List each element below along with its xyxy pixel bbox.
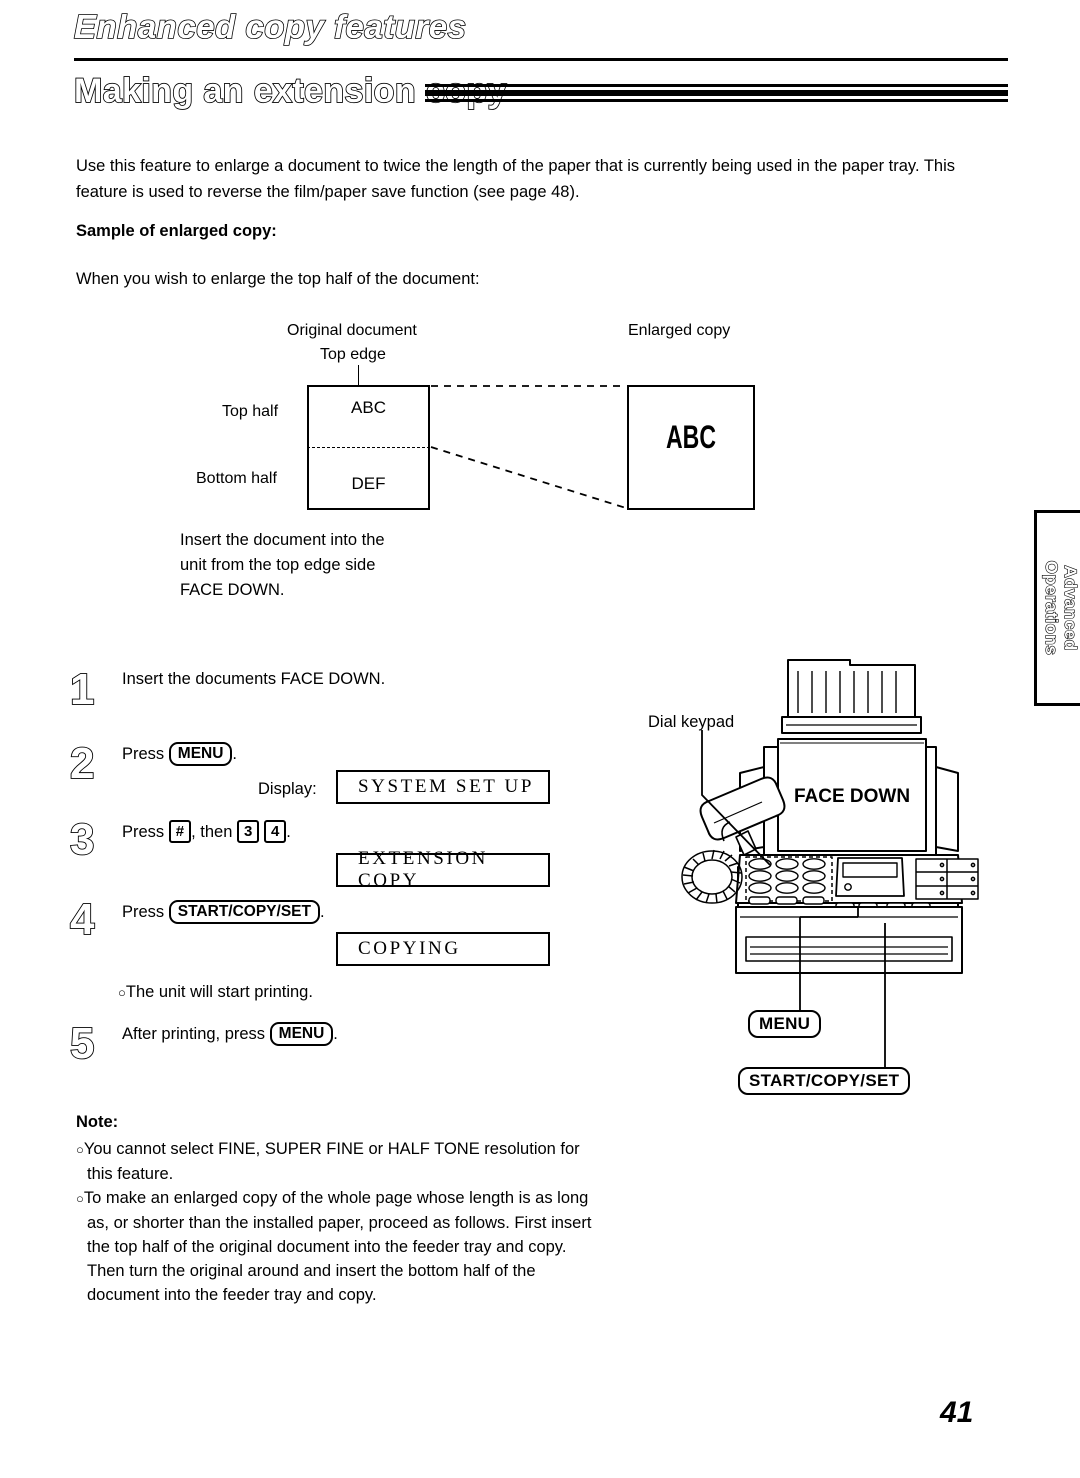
menu-key-step-5[interactable]: MENU: [269, 1022, 334, 1046]
step-2-number: 2: [69, 739, 95, 788]
digit-4-key[interactable]: 4: [263, 820, 287, 843]
note-item: ○You cannot select FINE, SUPER FINE or H…: [76, 1137, 596, 1186]
page-number: 41: [940, 1396, 974, 1429]
side-tab-line-1: Advanced: [1060, 565, 1080, 651]
note-heading: Note:: [76, 1113, 119, 1131]
intro-paragraph: Use this feature to enlarge a document t…: [76, 157, 955, 201]
lcd-display-extension-copy: EXTENSION COPY: [336, 848, 550, 891]
bullet-marker-step-4: ○: [118, 985, 126, 1000]
step-3-text-after: .: [286, 823, 291, 841]
note-item-text: To make an enlarged copy of the whole pa…: [83, 1189, 592, 1304]
sample-heading: Sample of enlarged copy:: [76, 222, 277, 240]
step-3-text-before: Press: [122, 823, 165, 841]
top-half-label: Top half: [222, 403, 279, 420]
top-edge-pointer-line: [358, 365, 359, 385]
step-1-text: Insert the documents FACE DOWN.: [122, 670, 386, 688]
step-3-text: Press #, then 3 4.: [122, 820, 291, 843]
section-rule-3: [425, 99, 1008, 102]
enlarged-copy-text: ABC: [666, 419, 716, 455]
menu-key-step-2[interactable]: MENU: [168, 742, 233, 766]
insert-document-note: Insert the document into the unit from t…: [180, 528, 385, 603]
step-5-text-before: After printing, press: [122, 1025, 266, 1043]
dial-keypad-label: Dial keypad: [648, 713, 735, 731]
note-item-text: You cannot select FINE, SUPER FINE or HA…: [83, 1140, 580, 1183]
section-rule-2: [425, 90, 1008, 96]
bullet-marker-note-2: ○: [76, 1191, 84, 1206]
side-tab-line-2: Operations: [1041, 560, 1061, 656]
step-5-number: 5: [69, 1019, 95, 1068]
enlarge-top-half-line: When you wish to enlarge the top half of…: [76, 270, 480, 288]
lcd-display-copying: COPYING: [336, 932, 550, 966]
step-3-number: 3: [69, 815, 95, 864]
step-2-text-before: Press: [122, 745, 165, 763]
document-half-divider: [307, 447, 430, 448]
step-4-text-after: .: [319, 903, 325, 921]
hash-key[interactable]: #: [168, 820, 192, 843]
original-document-label: Original document: [287, 322, 417, 339]
digit-3-key[interactable]: 3: [237, 820, 260, 843]
step-4-number: 4: [69, 895, 95, 944]
manual-page: Enhanced copy features Making an extensi…: [0, 0, 1080, 1478]
step-4-text: Press START/COPY/SET.: [122, 900, 325, 924]
face-down-sheet-text: FACE DOWN: [794, 786, 910, 807]
step-4-bullet: ○The unit will start printing.: [118, 983, 313, 1002]
step-5-text-after: .: [333, 1025, 338, 1043]
start-copy-set-key-step-4[interactable]: START/COPY/SET: [168, 900, 320, 924]
chapter-title: Enhanced copy features: [73, 7, 467, 46]
step-4-bullet-text: The unit will start printing.: [125, 983, 313, 1001]
section-title-rule-group: [425, 84, 1008, 102]
note-item: ○To make an enlarged copy of the whole p…: [76, 1186, 596, 1307]
header-divider-rule: [74, 58, 1008, 61]
insert-note-line-1: Insert the document into the: [180, 531, 385, 549]
insert-note-line-2: unit from the top edge side: [180, 556, 376, 574]
display-label-step-2: Display:: [258, 780, 317, 798]
enlarged-copy-label: Enlarged copy: [628, 322, 731, 339]
step-5-text: After printing, press MENU.: [122, 1022, 338, 1046]
start-copy-set-button-callout[interactable]: START/COPY/SET: [738, 1067, 911, 1095]
step-1-number: 1: [69, 665, 95, 714]
lcd-display-system-set-up: SYSTEM SET UP: [336, 770, 550, 804]
step-2-text-after: .: [232, 745, 238, 763]
note-list: ○You cannot select FINE, SUPER FINE or H…: [76, 1137, 596, 1307]
step-2-text: Press MENU.: [122, 742, 237, 766]
bullet-marker-note-1: ○: [76, 1142, 84, 1157]
step-4-text-before: Press: [122, 903, 165, 921]
top-edge-label: Top edge: [320, 346, 386, 363]
section-rule-1: [425, 84, 1008, 87]
menu-button-callout[interactable]: MENU: [748, 1010, 822, 1038]
side-tab-label: Advanced Operations: [1040, 520, 1080, 696]
insert-note-line-3: FACE DOWN.: [180, 581, 285, 599]
bottom-half-label: Bottom half: [196, 470, 277, 487]
original-top-half-text: ABC: [351, 398, 386, 417]
step-3-text-middle: , then: [191, 823, 233, 841]
original-bottom-half-text: DEF: [351, 474, 386, 493]
fax-machine-illustration: FACE DOWN Dial keypad MENU START/COPY/SE…: [640, 655, 1000, 1105]
